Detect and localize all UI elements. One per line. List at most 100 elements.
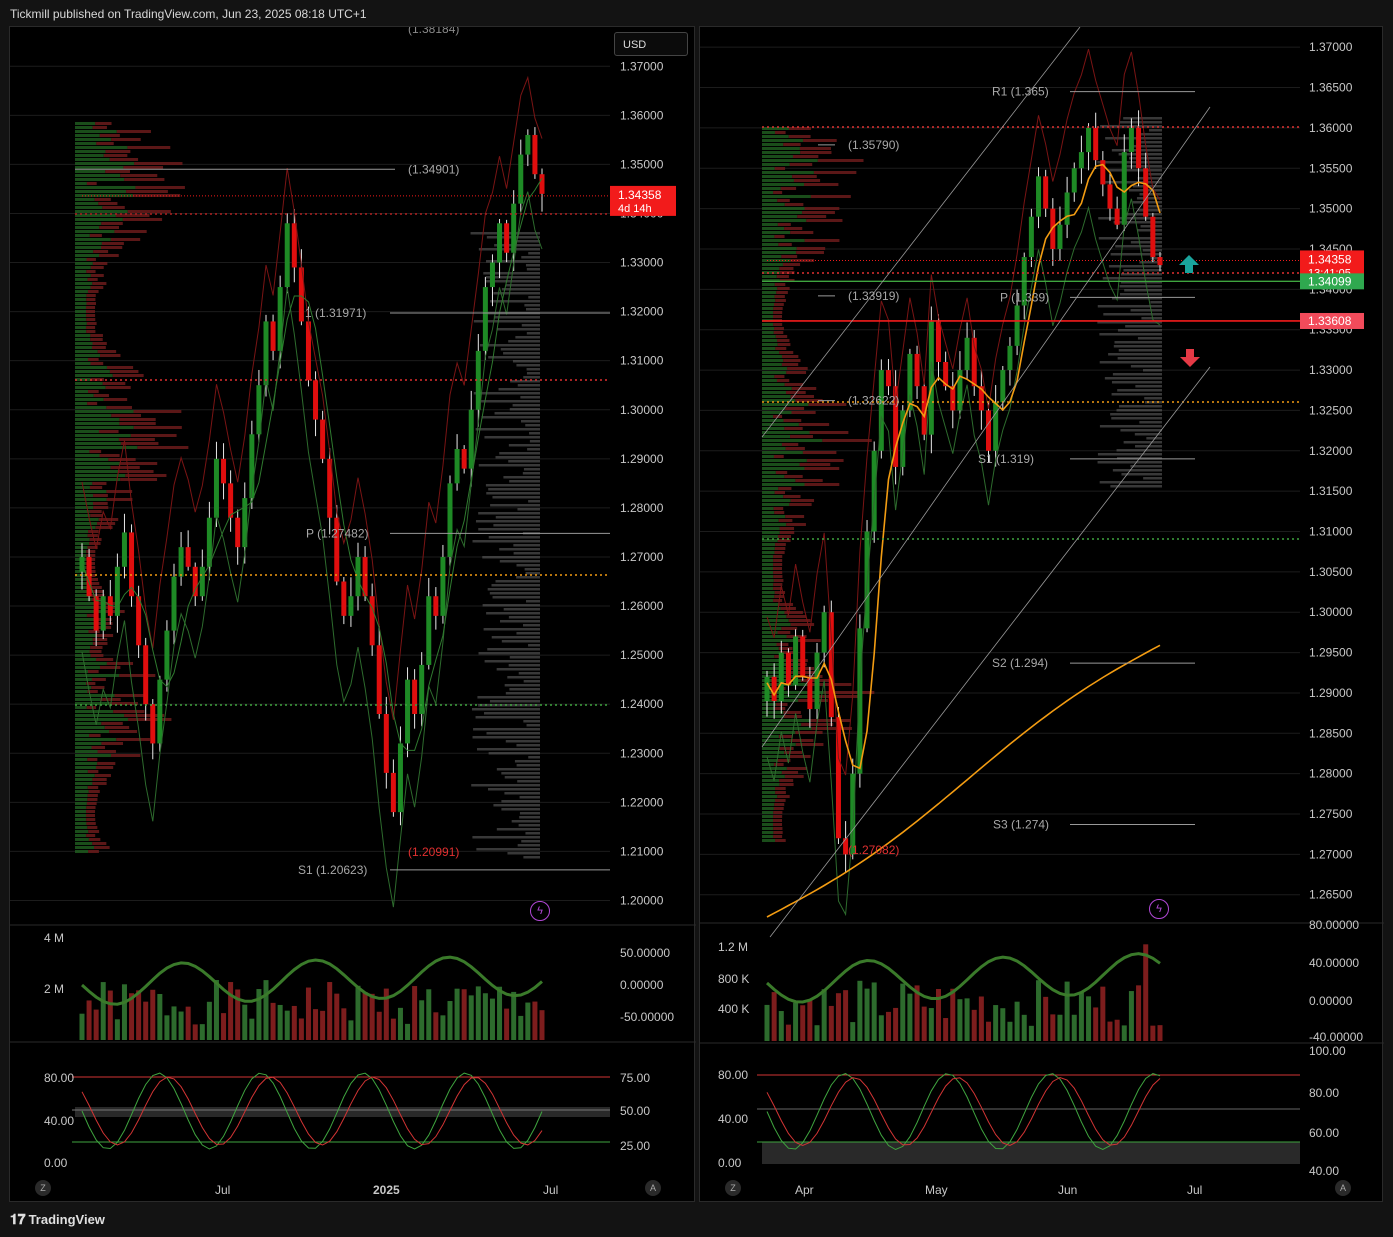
volume-profile-bar-red [87, 278, 98, 281]
y-tick-label: 1.35000 [1309, 202, 1353, 216]
volume-profile-bar-red [113, 710, 145, 713]
lightning-icon[interactable]: ϟ [1149, 899, 1169, 919]
session-profile-bar [475, 716, 540, 719]
candle-body [482, 287, 488, 351]
session-profile-bar [520, 396, 540, 399]
volume-bar [482, 993, 488, 1040]
zoom-button[interactable]: Z [35, 1180, 51, 1196]
left-chart-svg[interactable]: 1.370001.360001.350001.340001.330001.320… [10, 27, 696, 1203]
volume-profile-bar-red [86, 814, 96, 817]
volume-profile-bar-green [75, 158, 110, 161]
volume-profile-bar-red [784, 383, 804, 386]
volume-profile-bar-green [75, 806, 87, 809]
volume-profile-bar-red [86, 318, 96, 321]
session-profile-bar [491, 636, 540, 639]
auto-scale-button[interactable]: A [645, 1180, 661, 1196]
volume-profile-bar-green [75, 662, 107, 665]
session-profile-bar [513, 544, 540, 547]
volume-profile-bar-red [794, 639, 821, 642]
volume-profile-bar-green [762, 611, 785, 614]
session-profile-bar [517, 508, 540, 511]
volume-bar [511, 991, 517, 1040]
stochastic-tick-label: 0.00 [44, 1156, 68, 1170]
left-chart-panel[interactable]: 1.370001.360001.350001.340001.330001.320… [9, 26, 696, 1203]
volume-profile-bar-green [762, 403, 809, 406]
volume-profile-bar-red [773, 307, 783, 310]
auto-scale-button[interactable]: A [1335, 1180, 1351, 1196]
session-profile-bar [1117, 329, 1162, 332]
volume-profile-bar-green [75, 182, 87, 185]
volume-profile-bar-green [762, 359, 784, 362]
volume-bar [291, 1005, 297, 1040]
volume-bar [150, 989, 156, 1040]
volume-bar [355, 985, 361, 1040]
y-tick-label: 1.28500 [1309, 726, 1353, 740]
volume-profile-bar-red [92, 262, 108, 265]
session-profile-bar [478, 464, 540, 467]
volume-profile-bar-green [75, 234, 90, 237]
volume-bar [327, 982, 333, 1040]
session-profile-bar [526, 368, 540, 371]
session-profile-bar [525, 600, 540, 603]
volume-profile-bar-red [776, 379, 790, 382]
session-profile-bar [1099, 481, 1162, 484]
volume-bar [405, 1023, 411, 1040]
session-profile-bar [504, 776, 540, 779]
volume-profile-bar-green [75, 690, 88, 693]
right-chart-panel[interactable]: 1.37000 1.36500 1.36000 1.35500 1.35000 1.345… [699, 26, 1384, 1203]
volume-bar [1136, 985, 1142, 1041]
volume-profile-bar-green [75, 850, 89, 853]
volume-profile-bar-red [86, 330, 96, 333]
volume-profile-bar-red [86, 302, 96, 305]
stochastic-tick-label: 40.00 [718, 1112, 748, 1126]
candle-body [885, 370, 891, 387]
volume-profile-bar-red [92, 282, 107, 285]
volume-profile-bar-red [775, 787, 786, 790]
volume-profile-bar-green [75, 382, 103, 385]
session-profile-bar [1139, 133, 1162, 136]
volume-profile-bar-green [75, 630, 89, 633]
volume-profile-bar-green [762, 151, 801, 154]
x-tick-label: Jul [543, 1183, 558, 1197]
volume-profile-bar-green [75, 366, 107, 369]
volume-profile-bar-green [762, 435, 791, 438]
volume-profile-bar-red [800, 151, 832, 154]
volume-profile-bar-green [75, 814, 87, 817]
volume-bar [857, 980, 863, 1041]
volume-profile-bar-red [784, 751, 803, 754]
pivot-level-label: (1.34901) [408, 162, 459, 176]
candle-body [390, 772, 396, 813]
arrow-up-icon [1179, 255, 1199, 273]
volume-profile-bar-red [773, 763, 784, 766]
volume-profile-bar-green [75, 126, 93, 129]
session-profile-bar [525, 424, 540, 427]
volume-profile-bar-green [762, 511, 775, 514]
volume-profile-bar-green [75, 818, 87, 821]
session-profile-bar [1097, 453, 1162, 456]
volume-profile-bar-red [808, 403, 847, 406]
currency-button[interactable]: USD [614, 32, 688, 56]
session-profile-bar [473, 728, 540, 731]
volume-profile-bar-green [762, 231, 791, 234]
session-profile-bar [1130, 465, 1162, 468]
volume-profile-bar-red [809, 431, 849, 434]
candle-body [1143, 168, 1149, 217]
lightning-icon[interactable]: ϟ [530, 901, 550, 921]
volume-profile-bar-red [92, 638, 108, 641]
volume-profile-bar-green [75, 726, 105, 729]
volume-profile-bar-red [91, 678, 106, 681]
volume-profile-bar-green [75, 786, 88, 789]
right-chart-svg[interactable]: 1.370001.365001.360001.355001.350001.345… [700, 27, 1384, 1203]
volume-profile-bar-green [75, 546, 88, 549]
volume-profile-bar-green [75, 830, 89, 833]
volume-bar [362, 992, 368, 1040]
volume-profile-bar-green [75, 666, 100, 669]
pivot-level-label: S3 (1.274) [993, 818, 1049, 832]
pivot-level-label: S1 (1.319) [978, 452, 1034, 466]
volume-profile-bar-red [789, 503, 812, 506]
tradingview-logo-icon: 𝟏𝟕 [10, 1211, 26, 1227]
stochastic-tick-label: 100.00 [1309, 1044, 1346, 1058]
session-profile-bar [1111, 381, 1162, 384]
zoom-button[interactable]: Z [725, 1180, 741, 1196]
volume-profile-bar-red [773, 571, 783, 574]
